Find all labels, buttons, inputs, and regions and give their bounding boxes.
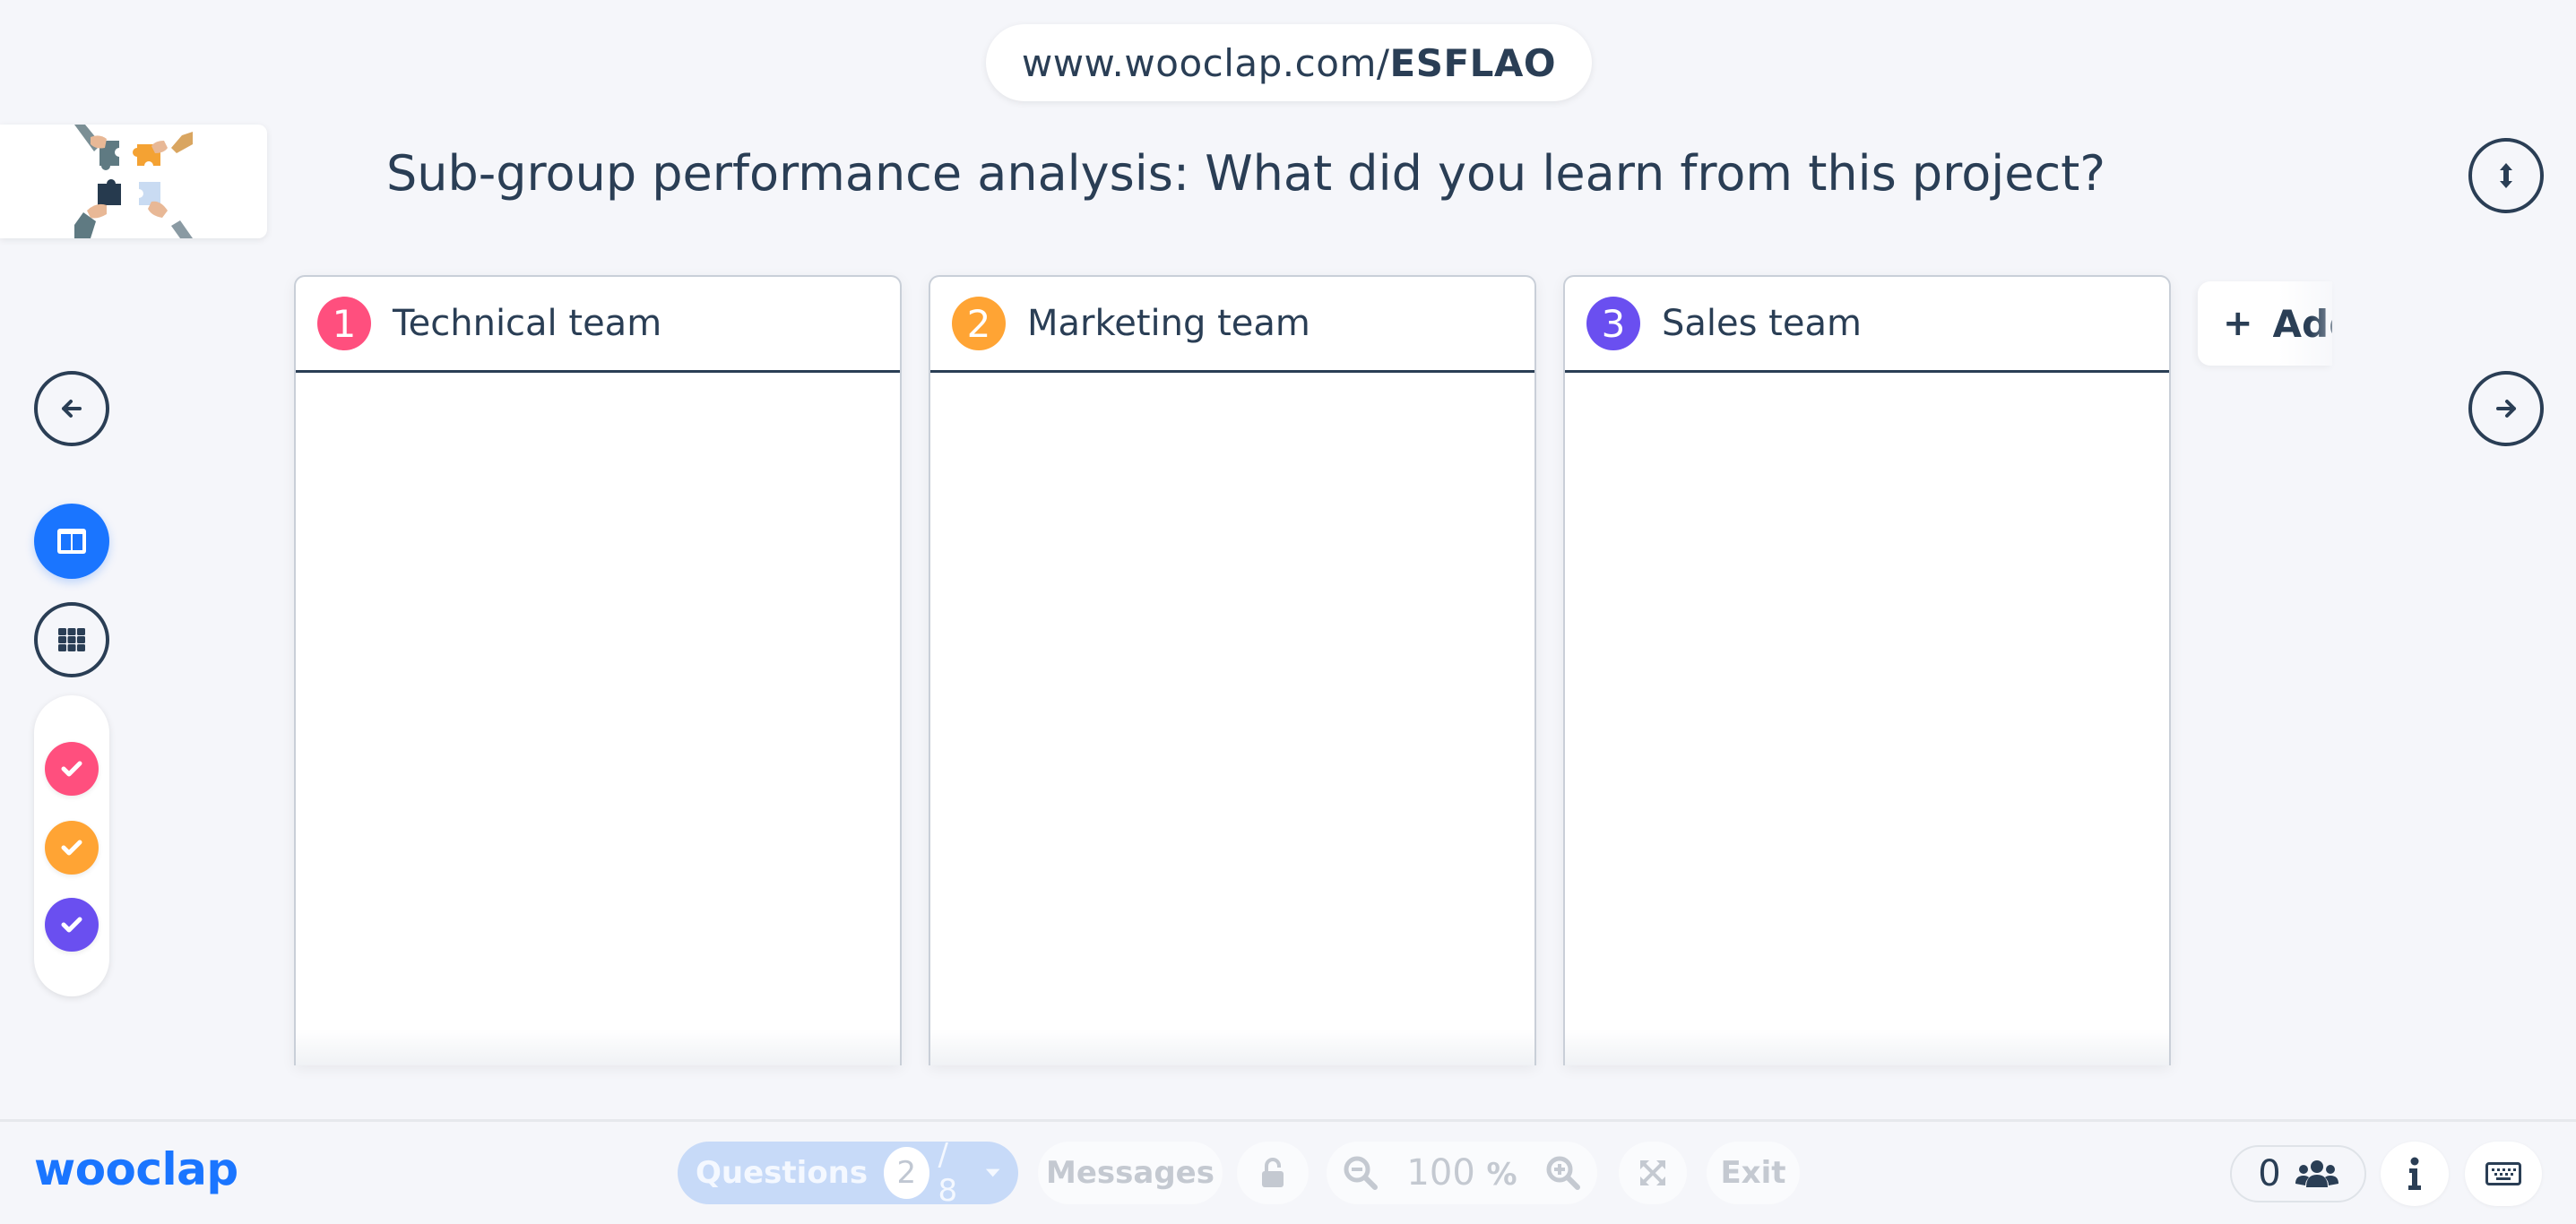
column-number-badge: 1 — [317, 297, 371, 350]
grid-view-button[interactable] — [34, 602, 109, 677]
messages-button[interactable]: Messages — [1038, 1142, 1223, 1204]
users-icon — [2295, 1160, 2338, 1187]
zoom-in-icon[interactable] — [1545, 1155, 1581, 1191]
unlock-icon — [1262, 1158, 1284, 1187]
arrow-left-icon — [62, 400, 82, 418]
column-header: 3 Sales team — [1565, 277, 2169, 373]
filter-marketing-team[interactable] — [45, 821, 99, 875]
column-number-badge: 3 — [1586, 297, 1640, 350]
add-column-button[interactable]: + Add — [2198, 281, 2332, 366]
check-icon — [61, 840, 82, 856]
questions-label: Questions — [696, 1155, 869, 1191]
column-header: 2 Marketing team — [930, 277, 1534, 373]
fullscreen-button[interactable] — [1619, 1142, 1687, 1204]
column-number-badge: 2 — [952, 297, 1006, 350]
column-title: Sales team — [1662, 303, 1862, 344]
lock-button[interactable] — [1237, 1142, 1309, 1204]
wooclap-logo[interactable]: wooclap — [34, 1143, 238, 1195]
columns-view-icon — [57, 529, 86, 554]
plus-icon: + — [2223, 303, 2253, 344]
column-footer-fade — [296, 1030, 900, 1065]
previous-question-button[interactable] — [34, 371, 109, 446]
participants-counter[interactable]: 0 — [2230, 1145, 2366, 1202]
current-question-number: 2 — [884, 1147, 929, 1199]
exit-button[interactable]: Exit — [1707, 1142, 1800, 1204]
zoom-level: 100 % — [1406, 1152, 1517, 1194]
column-footer-fade — [930, 1030, 1534, 1065]
question-title: Sub-group performance analysis: What did… — [386, 145, 2105, 202]
grid-view-icon — [58, 628, 85, 651]
url-prefix: www.wooclap.com/ — [1021, 40, 1390, 85]
caret-down-icon — [985, 1168, 1000, 1177]
check-icon — [61, 917, 82, 933]
column-marketing-team: 2 Marketing team — [929, 275, 1536, 1065]
column-title: Technical team — [393, 303, 662, 344]
column-technical-team: 1 Technical team — [294, 275, 902, 1065]
next-question-button[interactable] — [2468, 371, 2544, 446]
puzzle-hands-image — [74, 125, 193, 238]
keyboard-icon — [2485, 1162, 2521, 1185]
zoom-out-icon[interactable] — [1343, 1155, 1379, 1191]
total-questions: / 8 — [938, 1137, 958, 1209]
vertical-arrows-icon — [2500, 163, 2512, 188]
messages-label: Messages — [1046, 1155, 1215, 1191]
resize-button[interactable] — [2468, 138, 2544, 213]
participants-count: 0 — [2258, 1153, 2281, 1194]
keyboard-shortcuts-button[interactable] — [2465, 1142, 2542, 1206]
column-header: 1 Technical team — [296, 277, 900, 373]
columns-view-button[interactable] — [34, 504, 109, 579]
event-code: ESFLAO — [1389, 40, 1557, 85]
check-icon — [61, 761, 82, 777]
zoom-value: 100 — [1406, 1152, 1475, 1194]
arrow-right-icon — [2496, 400, 2516, 418]
expand-icon — [1640, 1160, 1665, 1185]
column-title: Marketing team — [1027, 303, 1310, 344]
zoom-control: 100 % — [1327, 1142, 1597, 1204]
column-filter-panel — [34, 695, 109, 996]
question-thumbnail[interactable] — [0, 125, 267, 238]
join-url: www.wooclap.com/ESFLAO — [986, 24, 1592, 101]
questions-selector[interactable]: Questions 2 / 8 — [678, 1137, 1018, 1209]
column-sales-team: 3 Sales team — [1563, 275, 2171, 1065]
column-footer-fade — [1565, 1030, 2169, 1065]
zoom-unit: % — [1486, 1157, 1517, 1193]
info-button[interactable] — [2381, 1142, 2449, 1206]
exit-label: Exit — [1720, 1155, 1786, 1191]
filter-sales-team[interactable] — [45, 898, 99, 952]
filter-technical-team[interactable] — [45, 742, 99, 796]
info-icon — [2408, 1157, 2421, 1190]
add-column-label: Add — [2273, 302, 2332, 346]
